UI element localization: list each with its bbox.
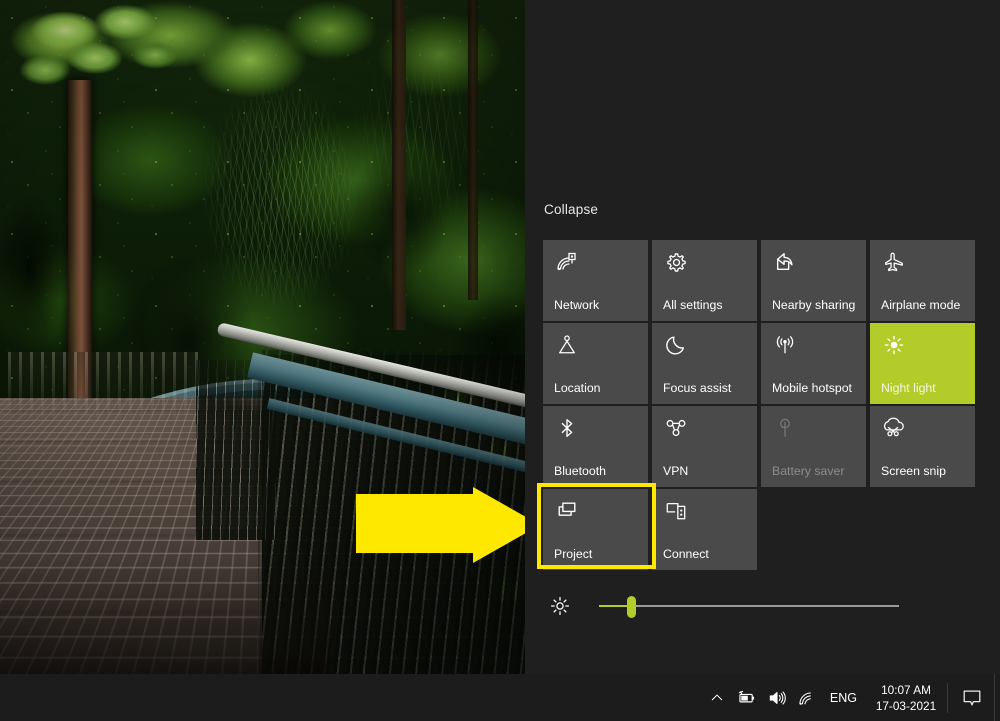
tile-label: Bluetooth [554, 464, 644, 479]
tile-label: Battery saver [772, 464, 862, 479]
tile-label: Mobile hotspot [772, 381, 862, 396]
moon-icon [663, 332, 689, 358]
tile-label: Nearby sharing [772, 298, 862, 313]
show-hidden-icons-chevron-icon[interactable] [702, 674, 732, 721]
quick-action-tile-night-light[interactable]: Night light [870, 323, 975, 404]
quick-action-tile-focus-assist[interactable]: Focus assist [652, 323, 757, 404]
airplane-icon [881, 249, 907, 275]
brightness-icon [543, 589, 577, 623]
show-desktop-button[interactable] [994, 674, 1000, 721]
tile-label: Network [554, 298, 644, 313]
wifi-icon[interactable] [792, 674, 822, 721]
brightness-slider-track [599, 605, 899, 607]
language-indicator[interactable]: ENG [822, 674, 867, 721]
hotspot-icon [772, 332, 798, 358]
tray-separator [947, 683, 948, 713]
brightness-slider[interactable] [599, 597, 899, 615]
screen: Collapse Network [0, 0, 1000, 721]
tile-label: Airplane mode [881, 298, 971, 313]
connect-icon [663, 498, 689, 524]
bluetooth-icon [554, 415, 580, 441]
quick-action-tile-screen-snip[interactable]: Screen snip [870, 406, 975, 487]
brightness-slider-row [543, 588, 983, 624]
location-icon [554, 332, 580, 358]
quick-action-tile-all-settings[interactable]: All settings [652, 240, 757, 321]
nearby-sharing-icon [772, 249, 798, 275]
quick-action-tile-nearby-sharing[interactable]: Nearby sharing [761, 240, 866, 321]
desktop-wallpaper [0, 0, 525, 674]
tile-label: Focus assist [663, 381, 753, 396]
yellow-right-arrow-icon [356, 487, 540, 563]
collapse-button[interactable]: Collapse [544, 202, 598, 217]
quick-action-tile-location[interactable]: Location [543, 323, 648, 404]
action-center-panel: Collapse Network [525, 0, 1000, 674]
project-icon [554, 498, 580, 524]
battery-leaf-icon [772, 415, 798, 441]
quick-action-tile-project[interactable]: Project [543, 489, 648, 570]
screen-snip-icon [881, 415, 907, 441]
battery-charging-icon[interactable] [732, 674, 762, 721]
tile-label: Screen snip [881, 464, 971, 479]
tile-label: VPN [663, 464, 753, 479]
quick-action-tile-mobile-hotspot[interactable]: Mobile hotspot [761, 323, 866, 404]
brightness-slider-thumb[interactable] [627, 596, 636, 618]
clock-date: 17-03-2021 [876, 698, 936, 714]
sun-icon [881, 332, 907, 358]
notification-speech-bubble-icon[interactable] [950, 674, 994, 721]
quick-actions-grid: Network All settings N [543, 240, 981, 570]
tile-label: Project [554, 547, 644, 562]
quick-action-tile-empty-1 [761, 489, 866, 570]
taskbar: ENG 10:07 AM 17-03-2021 [0, 674, 1000, 721]
quick-action-tile-empty-2 [870, 489, 975, 570]
quick-action-tile-connect[interactable]: Connect [652, 489, 757, 570]
clock-time: 10:07 AM [881, 682, 931, 698]
volume-speaker-icon[interactable] [762, 674, 792, 721]
quick-action-tile-battery-saver[interactable]: Battery saver [761, 406, 866, 487]
wallpaper-vignette [0, 0, 525, 674]
tile-label: Night light [881, 381, 971, 396]
quick-action-tile-vpn[interactable]: VPN [652, 406, 757, 487]
tile-label: All settings [663, 298, 753, 313]
quick-action-tile-bluetooth[interactable]: Bluetooth [543, 406, 648, 487]
quick-action-tile-network[interactable]: Network [543, 240, 648, 321]
system-tray: ENG 10:07 AM 17-03-2021 [702, 674, 1000, 721]
tile-label: Location [554, 381, 644, 396]
tile-label: Connect [663, 547, 753, 562]
network-icon [554, 249, 580, 275]
vpn-icon [663, 415, 689, 441]
clock[interactable]: 10:07 AM 17-03-2021 [867, 674, 945, 721]
gear-icon [663, 249, 689, 275]
quick-action-tile-airplane-mode[interactable]: Airplane mode [870, 240, 975, 321]
